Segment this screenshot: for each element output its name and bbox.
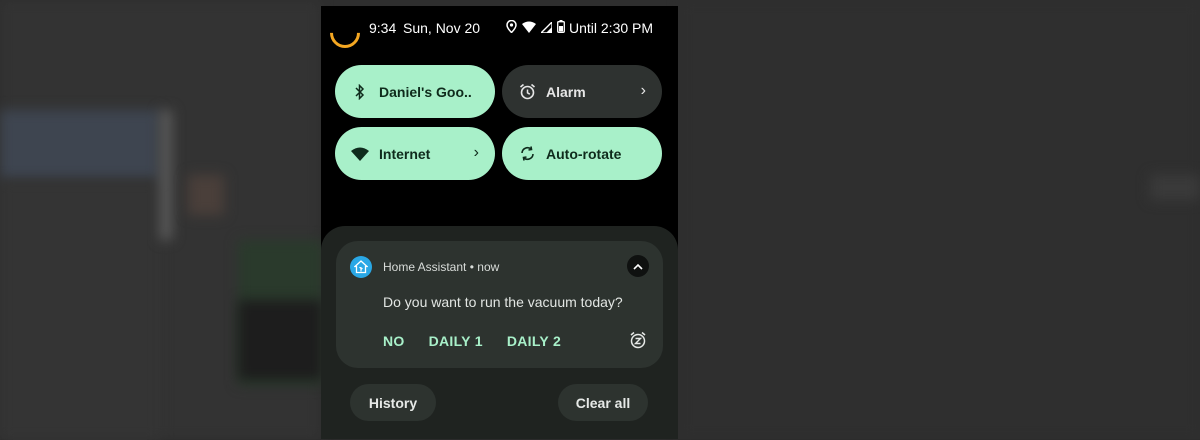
bg-dark-block xyxy=(238,300,323,380)
chevron-right-icon: › xyxy=(640,82,646,99)
tile-internet-label: Internet xyxy=(379,145,431,162)
action-daily-2-button[interactable]: DAILY 2 xyxy=(507,333,561,349)
bg-thumbnail xyxy=(188,175,224,215)
wifi-icon xyxy=(522,20,536,36)
signal-icon xyxy=(539,20,553,36)
notification-header: Home Assistant • now xyxy=(383,260,499,274)
notification-app-name: Home Assistant xyxy=(383,260,467,274)
status-icons xyxy=(506,19,565,36)
tile-internet[interactable]: Internet › xyxy=(335,127,495,180)
status-date: Sun, Nov 20 xyxy=(403,20,481,36)
bg-lower-left-panel xyxy=(0,180,160,440)
bluetooth-icon xyxy=(351,83,369,101)
collapse-button[interactable] xyxy=(627,255,649,277)
tile-alarm-label: Alarm xyxy=(546,83,586,100)
bg-blue-block xyxy=(0,110,160,180)
notification-separator: • xyxy=(469,260,474,274)
bg-right-panel xyxy=(680,0,1200,439)
battery-icon xyxy=(557,20,565,36)
home-assistant-icon xyxy=(350,256,372,278)
tile-auto-rotate[interactable]: Auto-rotate xyxy=(502,127,662,180)
loading-spinner xyxy=(323,11,367,55)
alarm-icon xyxy=(518,83,536,101)
action-daily-1-button[interactable]: DAILY 1 xyxy=(429,333,483,349)
bg-right-element xyxy=(1150,175,1200,200)
notification-actions: NO DAILY 1 DAILY 2 xyxy=(383,333,561,349)
status-time: 9:34 xyxy=(369,20,397,36)
history-button[interactable]: History xyxy=(350,384,436,421)
location-icon xyxy=(506,19,517,36)
snooze-icon xyxy=(629,331,647,354)
tile-bluetooth-label: Daniel's Goo.. xyxy=(379,83,472,100)
tile-alarm[interactable]: Alarm › xyxy=(502,65,662,118)
tile-bluetooth[interactable]: Daniel's Goo.. xyxy=(335,65,495,118)
notification-time: now xyxy=(477,260,500,274)
action-no-button[interactable]: NO xyxy=(383,333,405,349)
chevron-up-icon xyxy=(633,257,643,275)
notification-shade-screen: 9:34 Sun, Nov 20 Until 2:30 PM Daniel's … xyxy=(321,6,678,439)
wifi-icon xyxy=(351,145,369,163)
battery-until-text: Until 2:30 PM xyxy=(569,20,654,36)
tile-auto-rotate-label: Auto-rotate xyxy=(546,145,622,162)
notification-card[interactable]: Home Assistant • now Do you want to run … xyxy=(336,241,663,368)
chevron-right-icon: › xyxy=(473,144,479,161)
bg-scrollbar xyxy=(160,110,172,240)
notification-panel: Home Assistant • now Do you want to run … xyxy=(321,226,678,439)
snooze-button[interactable] xyxy=(627,331,649,353)
auto-rotate-icon xyxy=(518,145,536,163)
clear-all-button[interactable]: Clear all xyxy=(558,384,648,421)
notification-message: Do you want to run the vacuum today? xyxy=(383,294,623,310)
status-bar: 9:34 Sun, Nov 20 Until 2:30 PM xyxy=(321,6,678,55)
